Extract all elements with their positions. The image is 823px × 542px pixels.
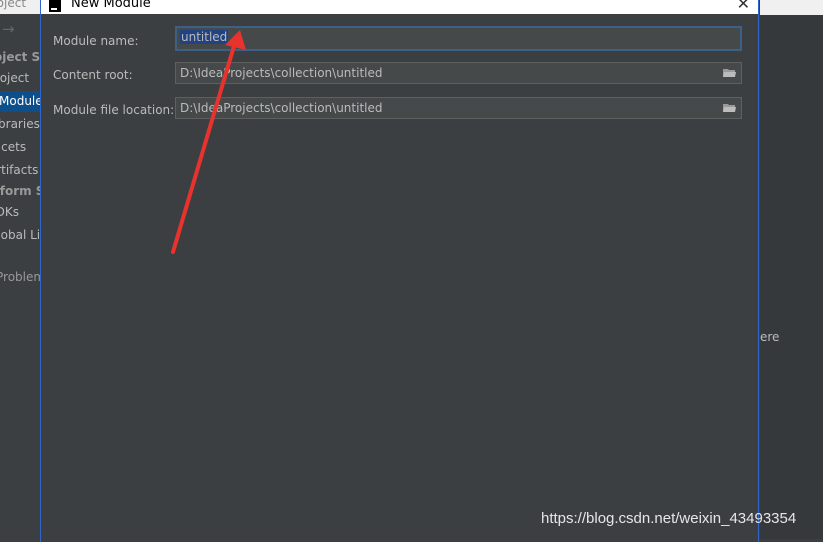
sidebar-section-project-settings: oject Str (0, 50, 40, 64)
sidebar-item-libraries[interactable]: Libraries (0, 117, 40, 131)
background-titlebar-strip (760, 0, 823, 15)
project-structure-sidebar: roject → oject Str Project Modules Libra… (0, 0, 40, 539)
forward-arrow-icon[interactable]: → (2, 20, 15, 38)
module-name-input[interactable]: untitled (175, 26, 742, 51)
content-root-value: D:\IdeaProjects\collection\untitled (180, 66, 383, 80)
sidebar-item-global-libraries[interactable]: Global Li (0, 228, 40, 242)
close-icon[interactable]: ✕ (737, 0, 750, 13)
sidebar-item-problems[interactable]: Problems (0, 270, 40, 284)
module-name-label: Module name: (53, 34, 139, 48)
module-file-location-value: D:\IdeaProjects\collection\untitled (180, 101, 383, 115)
watermark-text: https://blog.csdn.net/weixin_43493354 (541, 510, 797, 527)
module-file-location-label: Module file location: (53, 103, 175, 117)
background-right-panel: ere (760, 0, 823, 539)
background-partial-text: ere (760, 330, 780, 344)
new-module-dialog: New Module ✕ Module name: untitled Conte… (40, 0, 759, 542)
content-root-input[interactable]: D:\IdeaProjects\collection\untitled (175, 62, 742, 84)
browse-folder-icon[interactable] (723, 68, 736, 78)
sidebar-item-project[interactable]: Project (0, 71, 29, 85)
sidebar-item-artifacts[interactable]: Artifacts (0, 163, 38, 177)
sidebar-item-modules[interactable]: Modules (0, 91, 40, 112)
module-name-value: untitled (180, 30, 229, 44)
intellij-app-icon (49, 0, 61, 12)
sidebar-item-modules-label: Modules (0, 94, 40, 108)
browse-folder-icon[interactable] (723, 103, 736, 113)
background-window-title: roject (0, 0, 40, 14)
sidebar-section-platform-settings: tform S (0, 184, 40, 198)
dialog-title: New Module (71, 0, 151, 11)
sidebar-item-facets[interactable]: Facets (0, 140, 26, 154)
background-panel-area (760, 15, 823, 539)
sidebar-item-sdks[interactable]: SDKs (0, 205, 19, 219)
module-file-location-input[interactable]: D:\IdeaProjects\collection\untitled (175, 97, 742, 119)
background-window-title-text: roject (0, 0, 27, 10)
content-root-label: Content root: (53, 68, 133, 82)
dialog-titlebar: New Module ✕ (41, 0, 758, 14)
